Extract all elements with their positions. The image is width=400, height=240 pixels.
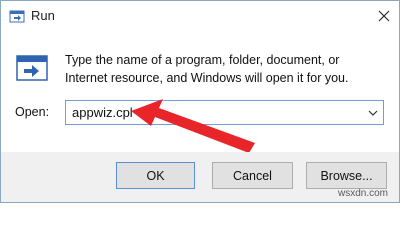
window-title: Run	[31, 8, 55, 23]
dialog-description: Type the name of a program, folder, docu…	[65, 53, 349, 85]
red-arrow-annotation	[131, 99, 255, 153]
run-icon	[9, 8, 25, 24]
cancel-button[interactable]: Cancel	[212, 162, 293, 189]
close-icon	[378, 10, 390, 22]
open-label: Open:	[15, 105, 50, 119]
browse-button[interactable]: Browse...	[306, 162, 387, 189]
watermark: wsxdn.com	[338, 188, 389, 199]
run-dialog: Run Type the name of a program, folder, …	[0, 0, 400, 203]
close-button[interactable]	[369, 3, 399, 29]
open-input[interactable]: appwiz.cpl	[72, 105, 133, 120]
chevron-down-icon[interactable]	[367, 106, 379, 118]
ok-button[interactable]: OK	[116, 162, 195, 189]
title-bar[interactable]: Run	[1, 1, 399, 31]
run-icon	[15, 51, 49, 85]
